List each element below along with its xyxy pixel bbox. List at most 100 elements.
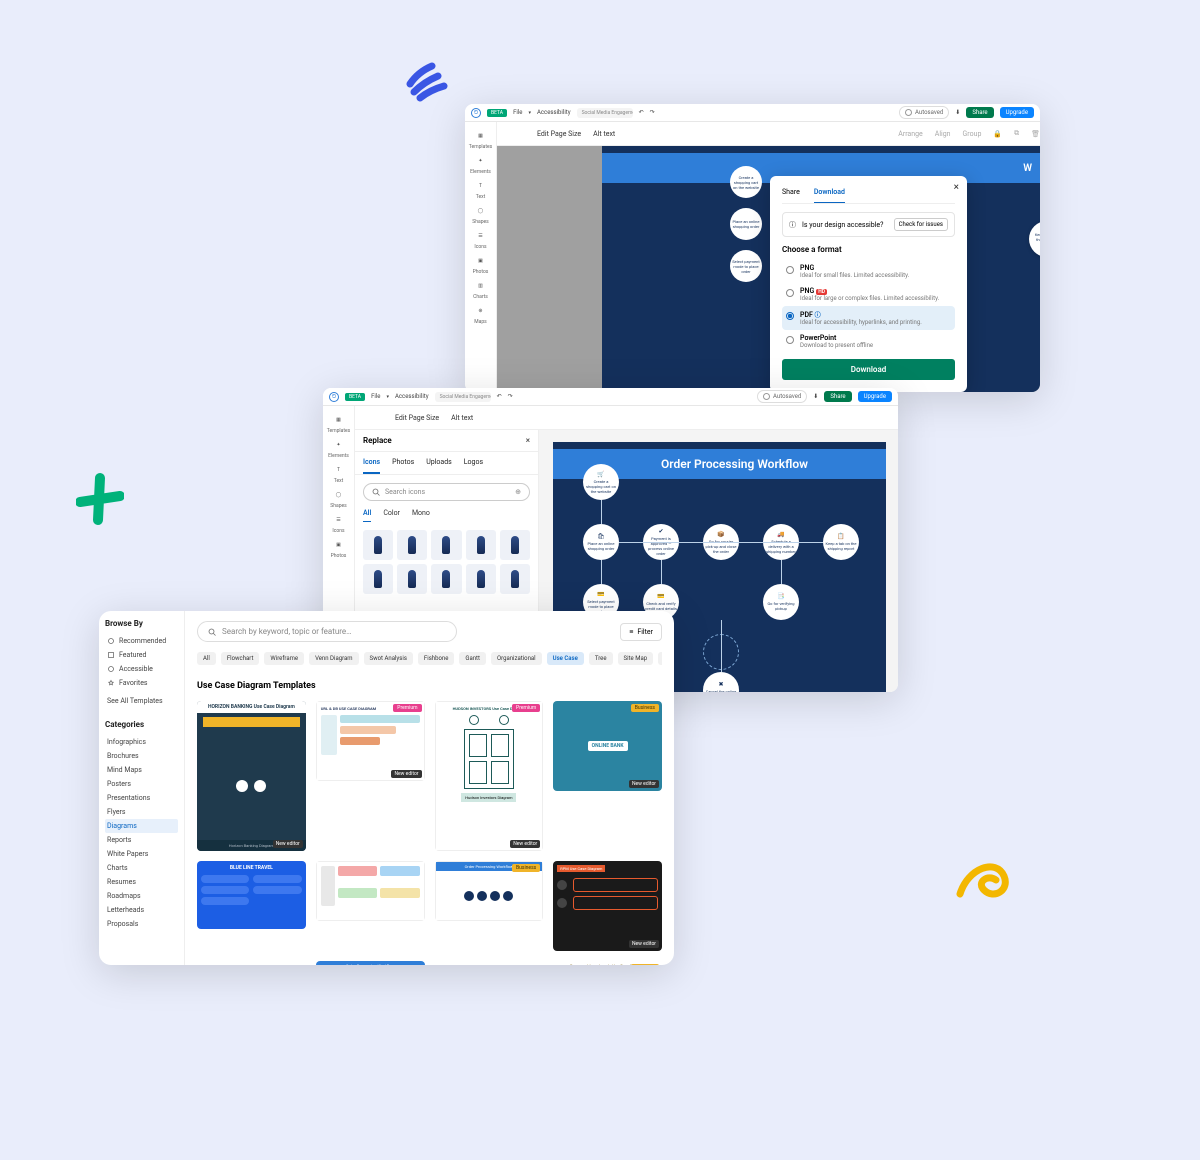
menu-file[interactable]: File bbox=[513, 109, 522, 116]
rail-photos[interactable]: ▣Photos bbox=[473, 255, 489, 275]
replace-tab-photos[interactable]: Photos bbox=[392, 458, 414, 474]
rail-maps[interactable]: ⊕Maps bbox=[474, 305, 486, 325]
sidebar-category-brochures[interactable]: Brochures bbox=[105, 749, 178, 763]
flow-node[interactable]: 📋Keep a tab on the shipping report bbox=[823, 524, 859, 560]
chip-gantt[interactable]: Gantt bbox=[459, 652, 486, 665]
template-card[interactable]: Business ONLINE BANK New editor bbox=[553, 701, 662, 791]
chip-organizational[interactable]: Organizational bbox=[491, 652, 542, 665]
arrange-menu[interactable]: Arrange bbox=[898, 126, 923, 142]
rail-photos[interactable]: ▣Photos bbox=[331, 539, 347, 559]
filter-mono[interactable]: Mono bbox=[412, 509, 430, 522]
sidebar-item-featured[interactable]: Featured bbox=[105, 648, 178, 662]
format-option-pdf[interactable]: PDF ⓘIdeal for accessibility, hyperlinks… bbox=[782, 306, 955, 330]
icon-result[interactable] bbox=[397, 530, 427, 560]
download-icon[interactable]: ⬇ bbox=[955, 109, 960, 116]
chip-site-map[interactable]: Site Map bbox=[618, 652, 654, 665]
group-menu[interactable]: Group bbox=[963, 126, 982, 142]
format-option-png[interactable]: PNGIdeal for small files. Limited access… bbox=[782, 260, 955, 283]
sidebar-category-white-papers[interactable]: White Papers bbox=[105, 847, 178, 861]
rail-charts[interactable]: ▥Charts bbox=[473, 280, 488, 300]
sidebar-category-charts[interactable]: Charts bbox=[105, 861, 178, 875]
sidebar-category-posters[interactable]: Posters bbox=[105, 777, 178, 791]
template-card[interactable]: Order Processing Workflow bbox=[316, 961, 425, 965]
rail-icons[interactable]: ☰Icons bbox=[474, 230, 486, 250]
redo-icon[interactable]: ↷ bbox=[508, 393, 513, 400]
tab-alt-text[interactable]: Alt text bbox=[593, 126, 615, 142]
check-issues-button[interactable]: Check for issues bbox=[894, 218, 948, 231]
template-card[interactable]: Business Order Processing Workflow bbox=[435, 861, 544, 921]
filter-all[interactable]: All bbox=[363, 509, 371, 522]
tab-download[interactable]: Download bbox=[814, 186, 845, 203]
chip-venn-diagram[interactable]: Venn Diagram bbox=[309, 652, 358, 665]
icon-result[interactable] bbox=[363, 530, 393, 560]
copy-icon[interactable]: ⧉ bbox=[1014, 125, 1019, 142]
format-option-png-hd[interactable]: PNGHDIdeal for large or complex files. L… bbox=[782, 283, 955, 306]
replace-tab-icons[interactable]: Icons bbox=[363, 458, 380, 474]
rail-templates[interactable]: ▦Templates bbox=[469, 130, 492, 150]
flow-node[interactable]: 🛍Place an online shopping order bbox=[583, 524, 619, 560]
flow-node[interactable]: 🛒Create a shopping cart on the website bbox=[583, 464, 619, 500]
doc-title-crumb[interactable]: Social Media Engageme… bbox=[435, 392, 491, 402]
share-button[interactable]: Share bbox=[966, 107, 993, 118]
trash-icon[interactable]: 🗑 bbox=[1031, 126, 1040, 142]
template-card[interactable]: RPM Use Case Diagram New editor bbox=[553, 861, 662, 951]
share-button[interactable]: Share bbox=[824, 391, 851, 402]
chip-wireframe[interactable]: Wireframe bbox=[264, 652, 304, 665]
sidebar-category-presentations[interactable]: Presentations bbox=[105, 791, 178, 805]
tab-edit-page-size[interactable]: Edit Page Size bbox=[537, 126, 581, 142]
chip-flowchart[interactable]: Flowchart bbox=[221, 652, 260, 665]
sidebar-item-favorites[interactable]: Favorites bbox=[105, 676, 178, 690]
sidebar-item-accessible[interactable]: Accessible bbox=[105, 662, 178, 676]
sidebar-category-infographics[interactable]: Infographics bbox=[105, 735, 178, 749]
sidebar-category-letterheads[interactable]: Letterheads bbox=[105, 903, 178, 917]
rail-text[interactable]: TText bbox=[475, 180, 487, 200]
sidebar-category-roadmaps[interactable]: Roadmaps bbox=[105, 889, 178, 903]
tab-alt-text[interactable]: Alt text bbox=[451, 410, 473, 426]
rail-text[interactable]: TText bbox=[333, 464, 345, 484]
sidebar-category-mind-maps[interactable]: Mind Maps bbox=[105, 763, 178, 777]
align-menu[interactable]: Align bbox=[935, 126, 951, 142]
tab-share[interactable]: Share bbox=[782, 186, 800, 203]
rail-templates[interactable]: ▦Templates bbox=[327, 414, 350, 434]
chip-fishbone[interactable]: Fishbone bbox=[418, 652, 454, 665]
icon-result[interactable] bbox=[500, 530, 530, 560]
filter-button[interactable]: ≡Filter bbox=[620, 623, 662, 641]
upgrade-button[interactable]: Upgrade bbox=[1000, 107, 1034, 118]
menu-accessibility[interactable]: Accessibility bbox=[395, 393, 429, 400]
upgrade-button[interactable]: Upgrade bbox=[858, 391, 892, 402]
close-icon[interactable]: × bbox=[526, 436, 530, 445]
chip-sequence[interactable]: Sequence bbox=[658, 652, 662, 665]
sidebar-category-diagrams[interactable]: Diagrams bbox=[105, 819, 178, 833]
sidebar-category-resumes[interactable]: Resumes bbox=[105, 875, 178, 889]
rail-icons[interactable]: ☰Icons bbox=[332, 514, 344, 534]
icon-search-input[interactable]: Search icons ⊕ bbox=[363, 483, 530, 501]
icon-result[interactable] bbox=[363, 564, 393, 594]
sidebar-category-flyers[interactable]: Flyers bbox=[105, 805, 178, 819]
chip-tree[interactable]: Tree bbox=[589, 652, 613, 665]
sidebar-item-recommended[interactable]: Recommended bbox=[105, 634, 178, 648]
replace-tab-logos[interactable]: Logos bbox=[464, 458, 483, 474]
download-icon[interactable]: ⬇ bbox=[813, 393, 818, 400]
redo-icon[interactable]: ↷ bbox=[650, 109, 655, 116]
chip-all[interactable]: All bbox=[197, 652, 216, 665]
flow-node[interactable]: 📑Go for verifying pickup bbox=[763, 584, 799, 620]
format-option-powerpoint[interactable]: PowerPointDownload to present offline bbox=[782, 330, 955, 353]
icon-result[interactable] bbox=[431, 530, 461, 560]
rail-shapes[interactable]: ◯Shapes bbox=[330, 489, 346, 509]
undo-icon[interactable]: ↶ bbox=[639, 109, 644, 116]
menu-file[interactable]: File bbox=[371, 393, 380, 400]
settings-icon[interactable]: ⊕ bbox=[515, 488, 521, 496]
undo-icon[interactable]: ↶ bbox=[497, 393, 502, 400]
sidebar-category-proposals[interactable]: Proposals bbox=[105, 917, 178, 931]
icon-result[interactable] bbox=[466, 564, 496, 594]
doc-title-crumb[interactable]: Social Media Engageme… bbox=[577, 108, 633, 118]
template-search-input[interactable]: Search by keyword, topic or feature… bbox=[197, 621, 457, 642]
tab-edit-page-size[interactable]: Edit Page Size bbox=[395, 410, 439, 426]
template-card[interactable]: BLUE LINE TRAVEL bbox=[197, 861, 306, 929]
sidebar-item-see-all[interactable]: See All Templates bbox=[105, 694, 178, 708]
download-button[interactable]: Download bbox=[782, 359, 955, 380]
icon-result[interactable] bbox=[500, 564, 530, 594]
icon-result[interactable] bbox=[466, 530, 496, 560]
sidebar-category-reports[interactable]: Reports bbox=[105, 833, 178, 847]
filter-color[interactable]: Color bbox=[383, 509, 400, 522]
